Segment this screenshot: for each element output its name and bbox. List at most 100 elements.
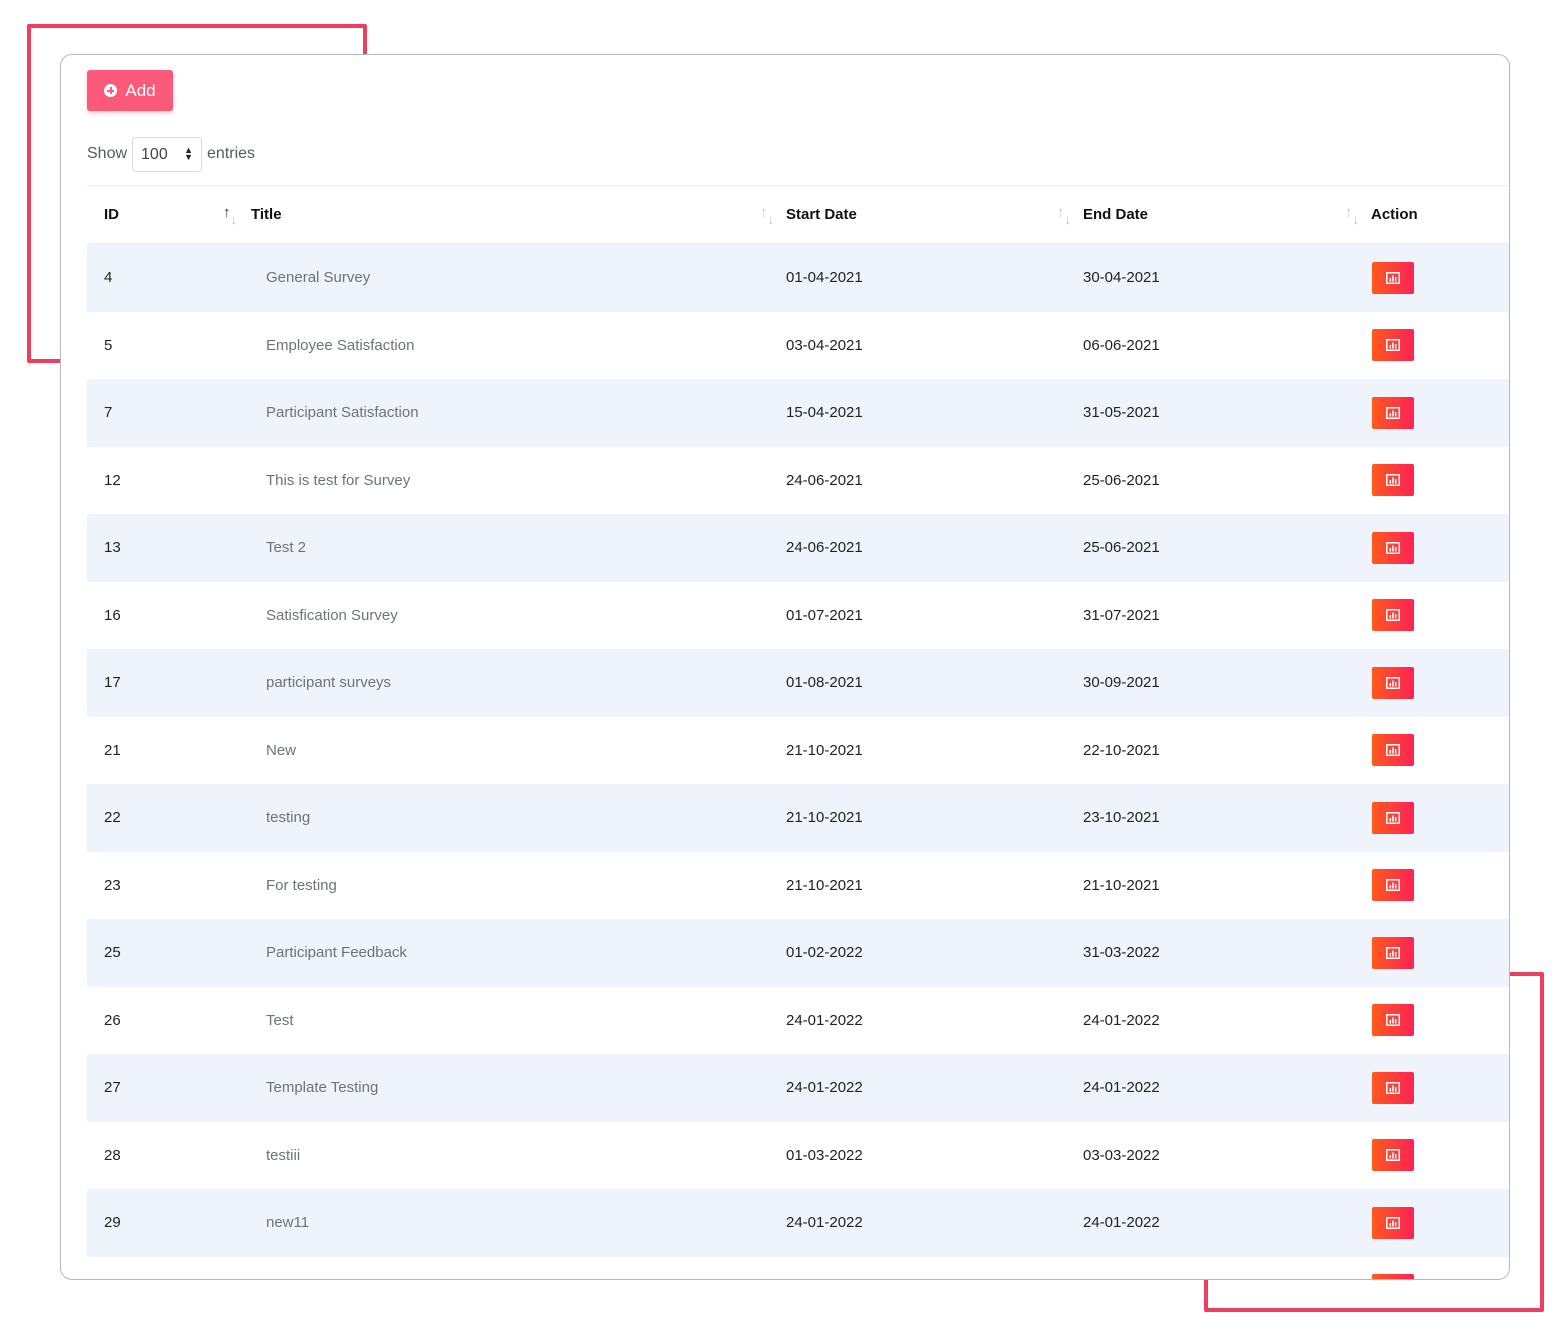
bar-chart-icon xyxy=(1386,406,1400,419)
column-header-end-date[interactable]: End Date ↑ ↓ xyxy=(1083,186,1371,244)
cell-start-date: 15-04-2021 xyxy=(786,379,1083,447)
table-header-row: ID ↑ ↓ Title ↑ ↓ Start Date ↑ ↓ End Date ↑ ↓ xyxy=(87,186,1509,244)
bar-chart-icon xyxy=(1386,1216,1400,1229)
bar-chart-icon xyxy=(1386,609,1400,622)
table-row: 17 participant surveys 01-08-2021 30-09-202… xyxy=(87,649,1509,717)
table-row: 25 Participant Feedback 01-02-2022 31-03-20… xyxy=(87,919,1509,987)
cell-title: Test xyxy=(249,986,786,1054)
cell-start-date: 01-04-2021 xyxy=(786,243,1083,312)
sort-icon: ↑ ↓ xyxy=(1057,204,1072,228)
show-label: Show xyxy=(87,145,128,162)
column-header-label: End Date xyxy=(1083,206,1149,223)
sort-icon: ↑ ↓ xyxy=(223,204,238,228)
cell-start-date: 01-08-2021 xyxy=(786,649,1083,717)
cell-action xyxy=(1371,1256,1509,1279)
table-row: 16 Satisfication Survey 01-07-2021 31-07-20… xyxy=(87,581,1509,649)
table-row: 5 Employee Satisfaction 03-04-2021 06-06-20… xyxy=(87,311,1509,379)
cell-end-date: 03-03-2022 xyxy=(1083,1121,1371,1189)
view-report-button[interactable] xyxy=(1372,599,1414,632)
column-header-title[interactable]: Title ↑ ↓ xyxy=(249,186,786,244)
column-header-id[interactable]: ID ↑ ↓ xyxy=(87,186,249,244)
cell-title: Test 2 xyxy=(249,514,786,582)
view-report-button[interactable] xyxy=(1372,734,1414,767)
view-report-button[interactable] xyxy=(1372,531,1414,564)
cell-start-date: 21-10-2021 xyxy=(786,716,1083,784)
view-report-button[interactable] xyxy=(1372,1004,1414,1037)
bar-chart-icon xyxy=(1386,744,1400,757)
surveys-card: Add Show 100 ▲ ▼ entries ID ↑ ↓ Title ↑ … xyxy=(60,54,1510,1280)
cell-end-date: 30-04-2021 xyxy=(1083,243,1371,312)
cell-id: 26 xyxy=(87,986,249,1054)
cell-id: 7 xyxy=(87,379,249,447)
cell-action xyxy=(1371,243,1509,312)
view-report-button[interactable] xyxy=(1372,666,1414,699)
cell-end-date xyxy=(1083,1256,1371,1279)
cell-start-date: 01-03-2022 xyxy=(786,1121,1083,1189)
cell-title xyxy=(249,1256,786,1279)
cell-title: General Survey xyxy=(249,243,786,312)
cell-title: Satisfication Survey xyxy=(249,581,786,649)
bar-chart-icon xyxy=(1386,946,1400,959)
cell-title: new11 xyxy=(249,1189,786,1257)
view-report-button[interactable] xyxy=(1372,261,1414,294)
cell-start-date: 24-06-2021 xyxy=(786,514,1083,582)
cell-id: 29 xyxy=(87,1189,249,1257)
view-report-button[interactable] xyxy=(1372,1206,1414,1239)
cell-end-date: 25-06-2021 xyxy=(1083,514,1371,582)
entries-select-wrap: 100 ▲ ▼ xyxy=(127,136,207,172)
cell-end-date: 30-09-2021 xyxy=(1083,649,1371,717)
cell-title: Participant Satisfaction xyxy=(249,379,786,447)
cell-id: 5 xyxy=(87,311,249,379)
bar-chart-icon xyxy=(1386,1149,1400,1162)
view-report-button[interactable] xyxy=(1372,396,1414,429)
table-row xyxy=(87,1256,1509,1279)
table-row: 21 New 21-10-2021 22-10-2021 xyxy=(87,716,1509,784)
cell-start-date: 24-06-2021 xyxy=(786,446,1083,514)
bar-chart-icon xyxy=(1386,474,1400,487)
entries-select[interactable]: 100 xyxy=(132,136,203,172)
view-report-button[interactable] xyxy=(1372,464,1414,497)
view-report-button[interactable] xyxy=(1372,329,1414,362)
cell-title: New xyxy=(249,716,786,784)
view-report-button[interactable] xyxy=(1372,869,1414,902)
cell-action xyxy=(1371,986,1509,1054)
bar-chart-icon xyxy=(1386,271,1400,284)
cell-id: 21 xyxy=(87,716,249,784)
cell-action xyxy=(1371,919,1509,987)
table-row: 7 Participant Satisfaction 15-04-2021 31-05… xyxy=(87,379,1509,447)
sort-icon: ↑ ↓ xyxy=(1345,204,1360,228)
cell-end-date: 31-05-2021 xyxy=(1083,379,1371,447)
cell-start-date: 24-01-2022 xyxy=(786,986,1083,1054)
bar-chart-icon xyxy=(1386,676,1400,689)
view-report-button[interactable] xyxy=(1372,801,1414,834)
column-header-start-date[interactable]: Start Date ↑ ↓ xyxy=(786,186,1083,244)
cell-title: participant surveys xyxy=(249,649,786,717)
table-row: 12 This is test for Survey 24-06-2021 25-06… xyxy=(87,446,1509,514)
cell-title: testiii xyxy=(249,1121,786,1189)
surveys-table: ID ↑ ↓ Title ↑ ↓ Start Date ↑ ↓ End Date ↑ ↓ xyxy=(87,186,1509,1279)
view-report-button[interactable] xyxy=(1372,1139,1414,1172)
surveys-table-wrapper: ID ↑ ↓ Title ↑ ↓ Start Date ↑ ↓ End Date ↑ ↓ xyxy=(87,185,1509,1279)
cell-action xyxy=(1371,851,1509,919)
cell-title: Participant Feedback xyxy=(249,919,786,987)
bar-chart-icon xyxy=(1386,541,1400,554)
view-report-button[interactable] xyxy=(1372,1274,1414,1279)
cell-start-date: 21-10-2021 xyxy=(786,784,1083,852)
cell-id: 13 xyxy=(87,514,249,582)
cell-start-date: 01-02-2022 xyxy=(786,919,1083,987)
view-report-button[interactable] xyxy=(1372,1071,1414,1104)
cell-end-date: 06-06-2021 xyxy=(1083,311,1371,379)
cell-title: This is test for Survey xyxy=(249,446,786,514)
cell-action xyxy=(1371,581,1509,649)
cell-id: 25 xyxy=(87,919,249,987)
add-button[interactable]: Add xyxy=(87,70,173,111)
cell-action xyxy=(1371,784,1509,852)
bar-chart-icon xyxy=(1386,339,1400,352)
cell-action xyxy=(1371,1054,1509,1122)
cell-start-date: 03-04-2021 xyxy=(786,311,1083,379)
column-header-label: ID xyxy=(104,206,119,223)
view-report-button[interactable] xyxy=(1372,936,1414,969)
table-body: 4 General Survey 01-04-2021 30-04-2021 5 Empl… xyxy=(87,243,1509,1279)
cell-end-date: 24-01-2022 xyxy=(1083,1189,1371,1257)
cell-title: Employee Satisfaction xyxy=(249,311,786,379)
